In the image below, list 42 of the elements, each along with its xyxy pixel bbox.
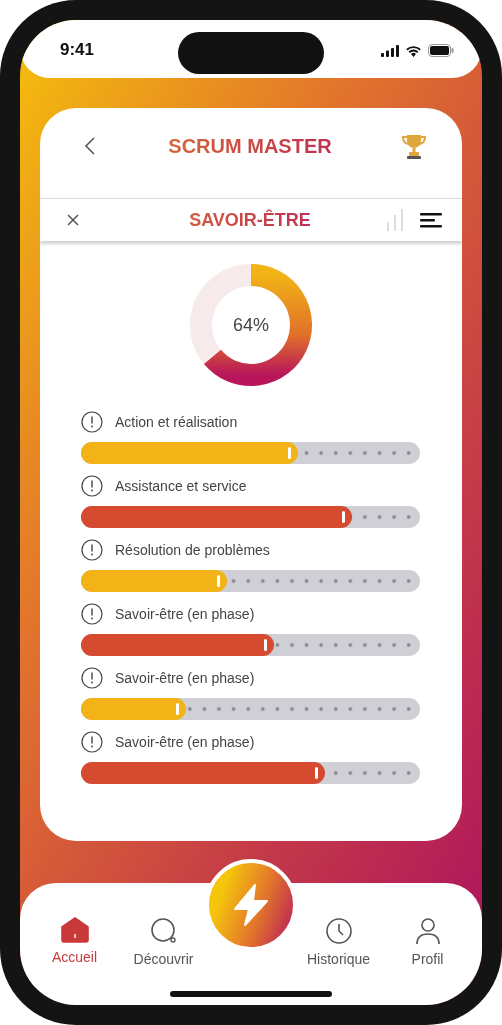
signal-icon	[381, 44, 399, 57]
skill-slider[interactable]	[81, 698, 420, 720]
back-icon	[84, 137, 96, 155]
clock-time: 9:41	[60, 40, 95, 60]
slider-handle[interactable]	[315, 767, 319, 779]
skill-slider[interactable]	[81, 634, 420, 656]
skill-label: Assistance et service	[115, 478, 247, 494]
tab-item[interactable]: Profil	[383, 917, 472, 967]
skill-label: Résolution de problèmes	[115, 542, 270, 558]
search-icon	[149, 917, 178, 945]
info-icon[interactable]	[81, 411, 103, 433]
skill-label: Savoir-être (en phase)	[115, 606, 255, 622]
slider-handle[interactable]	[176, 703, 180, 715]
tab-item[interactable]: Historique	[294, 917, 383, 967]
menu-icon[interactable]	[420, 212, 442, 228]
close-icon	[66, 213, 80, 227]
skill-slider[interactable]	[81, 762, 420, 784]
info-icon[interactable]	[81, 539, 103, 561]
skill-label: Action et réalisation	[115, 414, 238, 430]
battery-icon	[428, 44, 454, 57]
tab-item[interactable]: Découvrir	[119, 917, 208, 967]
info-icon[interactable]	[81, 603, 103, 625]
skill-label: Savoir-être (en phase)	[115, 670, 255, 686]
slider-handle[interactable]	[287, 447, 291, 459]
percent-label: 64%	[233, 314, 269, 336]
wifi-icon	[405, 44, 422, 57]
info-icon[interactable]	[81, 731, 103, 753]
skill-label: Savoir-être (en phase)	[115, 734, 255, 750]
skill-slider[interactable]	[81, 570, 420, 592]
slider-handle[interactable]	[342, 511, 346, 523]
tab-item[interactable]: Accueil	[30, 917, 119, 967]
info-icon[interactable]	[81, 667, 103, 689]
slider-handle[interactable]	[216, 575, 220, 587]
skill-slider[interactable]	[81, 506, 420, 528]
lightning-icon	[231, 883, 271, 927]
profile-icon	[413, 917, 442, 945]
info-icon[interactable]	[81, 475, 103, 497]
skill-slider[interactable]	[81, 442, 420, 464]
slider-handle[interactable]	[264, 639, 268, 651]
trophy-icon[interactable]	[400, 132, 428, 160]
clock-icon	[324, 917, 353, 945]
home-icon	[60, 917, 89, 943]
